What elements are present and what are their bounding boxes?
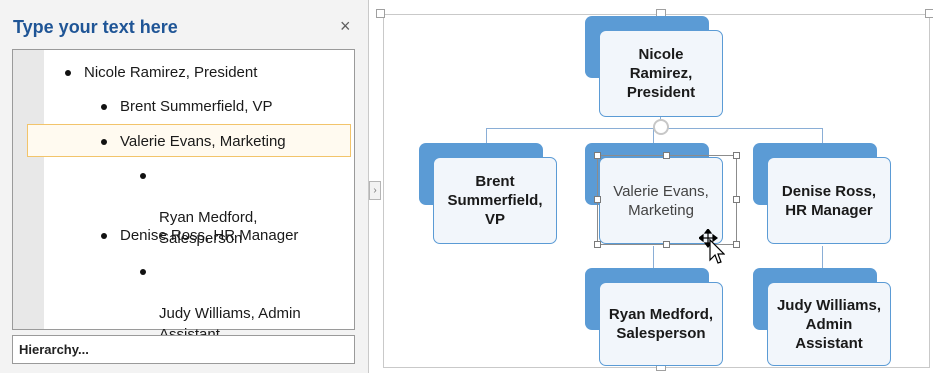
node-text-box[interactable]: Judy Williams, Admin Assistant [767, 282, 891, 366]
bullet-icon [140, 173, 146, 179]
list-item[interactable]: Brent Summerfield, VP [101, 96, 273, 117]
node-label: Brent Summerfield, VP [447, 173, 543, 228]
connector-judy [822, 246, 823, 268]
chevron-right-icon[interactable]: › [369, 181, 381, 200]
list-item-label: Brent Summerfield, VP [120, 98, 273, 115]
node-text-box[interactable]: Ryan Medford, Salesperson [599, 282, 723, 366]
node-label: Denise Ross, HR Manager [781, 182, 877, 219]
list-item-label: Denise Ross, HR Manager [120, 227, 299, 244]
list-item[interactable]: Judy Williams, Admin Assistant [140, 261, 301, 345]
resize-handle-ne[interactable] [733, 152, 740, 159]
resize-handle-w[interactable] [594, 196, 601, 203]
list-item-label: Valerie Evans, Marketing [120, 133, 286, 150]
resize-handle-s[interactable] [663, 241, 670, 248]
move-cursor-icon [699, 229, 725, 264]
node-text-box[interactable]: Brent Summerfield, VP [433, 157, 557, 244]
node-text-box[interactable]: Nicole Ramirez, President [599, 30, 723, 117]
node-label: Nicole Ramirez, President [626, 46, 696, 101]
resize-handle-se[interactable] [733, 241, 740, 248]
list-item[interactable]: Nicole Ramirez, President [65, 62, 258, 83]
node-label: Judy Williams, Admin Assistant [776, 296, 882, 352]
bullet-icon [101, 139, 107, 145]
node-label: Ryan Medford, Salesperson [608, 306, 714, 342]
layout-name-link[interactable]: Hierarchy... [12, 335, 355, 364]
resize-handle-nw[interactable] [594, 152, 601, 159]
list-item[interactable]: Denise Ross, HR Manager [101, 225, 299, 246]
list-item-label: Nicole Ramirez, President [84, 64, 258, 81]
bullet-icon [140, 269, 146, 275]
resize-handle-e[interactable] [733, 196, 740, 203]
list-item-selected[interactable]: Valerie Evans, Marketing [101, 131, 286, 152]
frame-resize-handle-top-right[interactable] [925, 9, 933, 18]
resize-handle-n[interactable] [663, 152, 670, 159]
text-pane-title: Type your text here [13, 17, 178, 37]
text-pane-gutter [13, 50, 44, 329]
node-label: Valerie Evans, Marketing [613, 182, 709, 219]
close-icon[interactable]: × [340, 17, 351, 35]
rotate-handle-icon[interactable] [653, 119, 669, 135]
frame-resize-handle-top-left[interactable] [376, 9, 385, 18]
node-text-box[interactable]: Denise Ross, HR Manager [767, 157, 891, 244]
bullet-icon [101, 104, 107, 110]
text-pane: Type your text here × Nicole Ramirez, Pr… [0, 0, 369, 373]
bullet-icon [65, 70, 71, 76]
text-pane-list[interactable]: Nicole Ramirez, President Brent Summerfi… [12, 49, 355, 343]
bullet-icon [101, 233, 107, 239]
resize-handle-sw[interactable] [594, 241, 601, 248]
connector-ryan [653, 246, 654, 268]
layout-name-label: Hierarchy... [19, 342, 89, 357]
